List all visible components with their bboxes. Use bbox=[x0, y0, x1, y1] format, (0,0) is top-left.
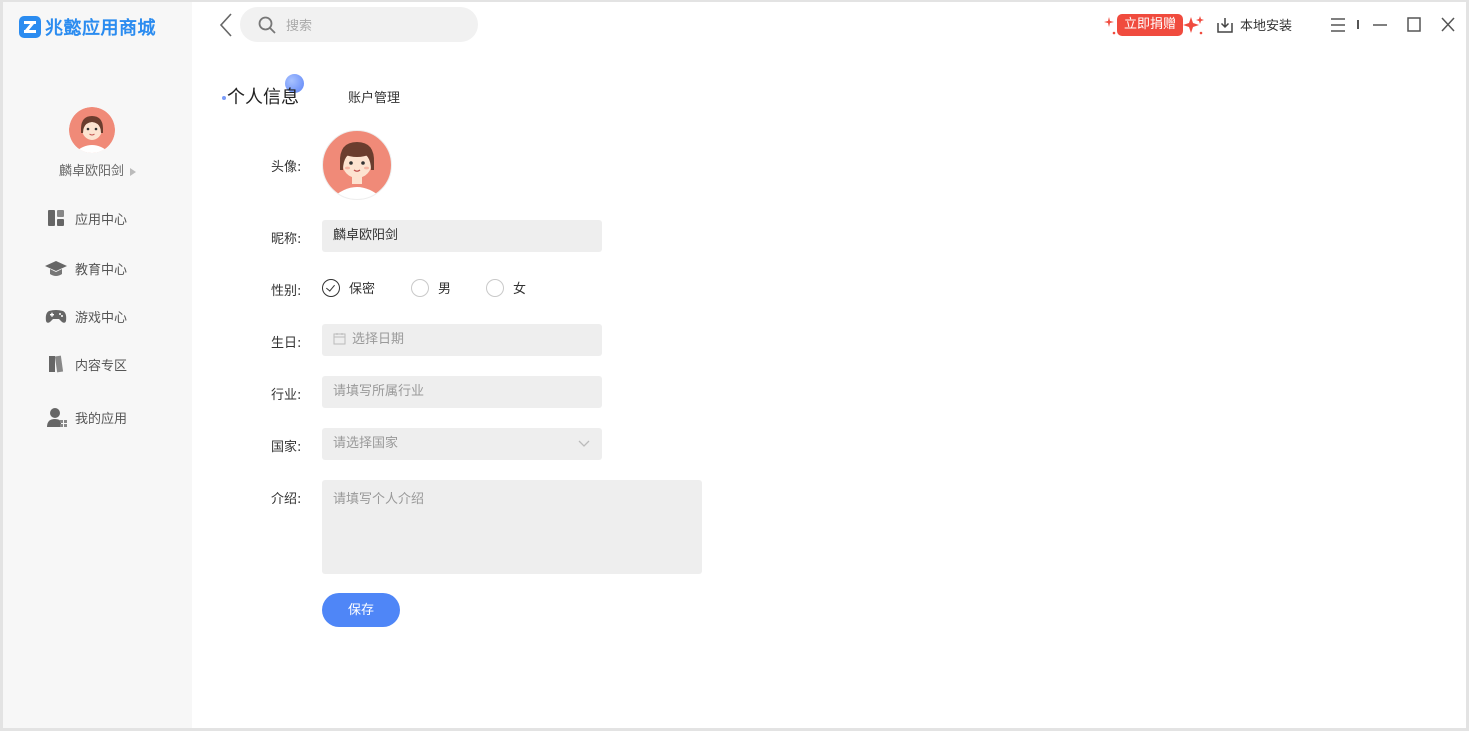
birthday-placeholder: 选择日期 bbox=[352, 332, 405, 347]
chevron-down-icon bbox=[578, 440, 590, 447]
app-logo[interactable]: 兆懿应用商城 bbox=[19, 14, 156, 40]
sidebar-item-education[interactable]: 教育中心 bbox=[45, 256, 127, 280]
birthday-date-picker[interactable]: 选择日期 bbox=[322, 324, 602, 356]
sidebar-item-label: 内容专区 bbox=[75, 358, 128, 374]
sidebar-item-label: 游戏中心 bbox=[75, 310, 128, 326]
minimize-icon[interactable] bbox=[1372, 15, 1388, 35]
country-label: 国家: bbox=[271, 440, 302, 455]
intro-textarea[interactable]: 请填写个人介绍 bbox=[322, 480, 702, 574]
toolbar-divider bbox=[1357, 20, 1359, 29]
sidebar-item-my-apps[interactable]: 我的应用 bbox=[45, 405, 127, 429]
avatar-label: 头像: bbox=[271, 160, 302, 175]
caret-right-icon bbox=[130, 167, 136, 176]
gender-option-label: 保密 bbox=[349, 282, 376, 297]
gender-option-label: 女 bbox=[513, 282, 527, 297]
app-logo-icon bbox=[19, 16, 41, 38]
calendar-icon bbox=[333, 332, 346, 344]
sparkle-icon bbox=[1183, 16, 1204, 35]
donate-button[interactable]: 立即捐赠 bbox=[1117, 14, 1184, 36]
gender-option-female[interactable]: 女 bbox=[486, 278, 526, 297]
search-icon bbox=[258, 16, 276, 34]
profile-avatar[interactable] bbox=[322, 130, 392, 200]
close-icon[interactable] bbox=[1440, 15, 1456, 35]
industry-label: 行业: bbox=[271, 388, 302, 403]
maximize-icon[interactable] bbox=[1406, 15, 1422, 35]
sparkle-icon bbox=[1104, 17, 1116, 35]
sidebar-avatar[interactable] bbox=[69, 107, 115, 153]
back-arrow-icon[interactable] bbox=[218, 12, 236, 38]
menu-icon[interactable] bbox=[1330, 15, 1346, 35]
tab-decoration-dot bbox=[222, 96, 226, 100]
search-input[interactable]: 搜索 bbox=[286, 15, 312, 34]
birthday-label: 生日: bbox=[271, 336, 302, 351]
sidebar-item-content[interactable]: 内容专区 bbox=[45, 352, 127, 376]
gender-option-male[interactable]: 男 bbox=[411, 278, 451, 297]
download-icon bbox=[1217, 17, 1233, 33]
my-apps-icon bbox=[47, 408, 67, 427]
sidebar-username[interactable]: 麟卓欧阳剑 bbox=[3, 160, 192, 179]
save-button[interactable]: 保存 bbox=[322, 593, 400, 627]
sidebar-item-label: 应用中心 bbox=[75, 212, 128, 228]
country-placeholder: 请选择国家 bbox=[333, 436, 399, 451]
radio-icon bbox=[411, 278, 429, 297]
gamepad-icon bbox=[45, 310, 67, 323]
tab-personal-info[interactable]: 个人信息 bbox=[227, 83, 299, 109]
gender-label: 性别: bbox=[271, 284, 302, 299]
app-window bbox=[0, 0, 1469, 731]
app-center-icon bbox=[48, 210, 64, 226]
nickname-field[interactable]: 麟卓欧阳剑 bbox=[322, 220, 602, 252]
gender-option-label: 男 bbox=[438, 282, 452, 297]
radio-checked-icon bbox=[322, 278, 340, 297]
intro-label: 介绍: bbox=[271, 492, 302, 507]
gender-option-secret[interactable]: 保密 bbox=[322, 278, 375, 297]
local-install-button[interactable]: 本地安装 bbox=[1216, 15, 1292, 34]
country-select[interactable]: 请选择国家 bbox=[322, 428, 602, 460]
sidebar-item-app-center[interactable]: 应用中心 bbox=[45, 206, 127, 230]
industry-input[interactable]: 请填写所属行业 bbox=[322, 376, 602, 408]
search-bar[interactable]: 搜索 bbox=[240, 7, 478, 42]
graduation-cap-icon bbox=[45, 261, 67, 276]
books-icon bbox=[49, 355, 64, 373]
tab-account-management[interactable]: 账户管理 bbox=[348, 87, 400, 106]
sidebar-item-games[interactable]: 游戏中心 bbox=[45, 304, 127, 328]
radio-icon bbox=[486, 278, 504, 297]
sidebar-username-text: 麟卓欧阳剑 bbox=[58, 164, 124, 179]
nickname-label: 昵称: bbox=[271, 232, 302, 247]
sidebar-item-label: 教育中心 bbox=[75, 262, 128, 278]
sidebar-item-label: 我的应用 bbox=[75, 411, 128, 427]
app-name: 兆懿应用商城 bbox=[45, 18, 156, 39]
donate-area: 立即捐赠 bbox=[1103, 13, 1205, 39]
local-install-label: 本地安装 bbox=[1240, 19, 1293, 34]
sidebar: 兆懿应用商城 麟卓欧阳剑 应用中心 教育中心 游戏中心 内容专区 我的应用 bbox=[3, 2, 192, 728]
